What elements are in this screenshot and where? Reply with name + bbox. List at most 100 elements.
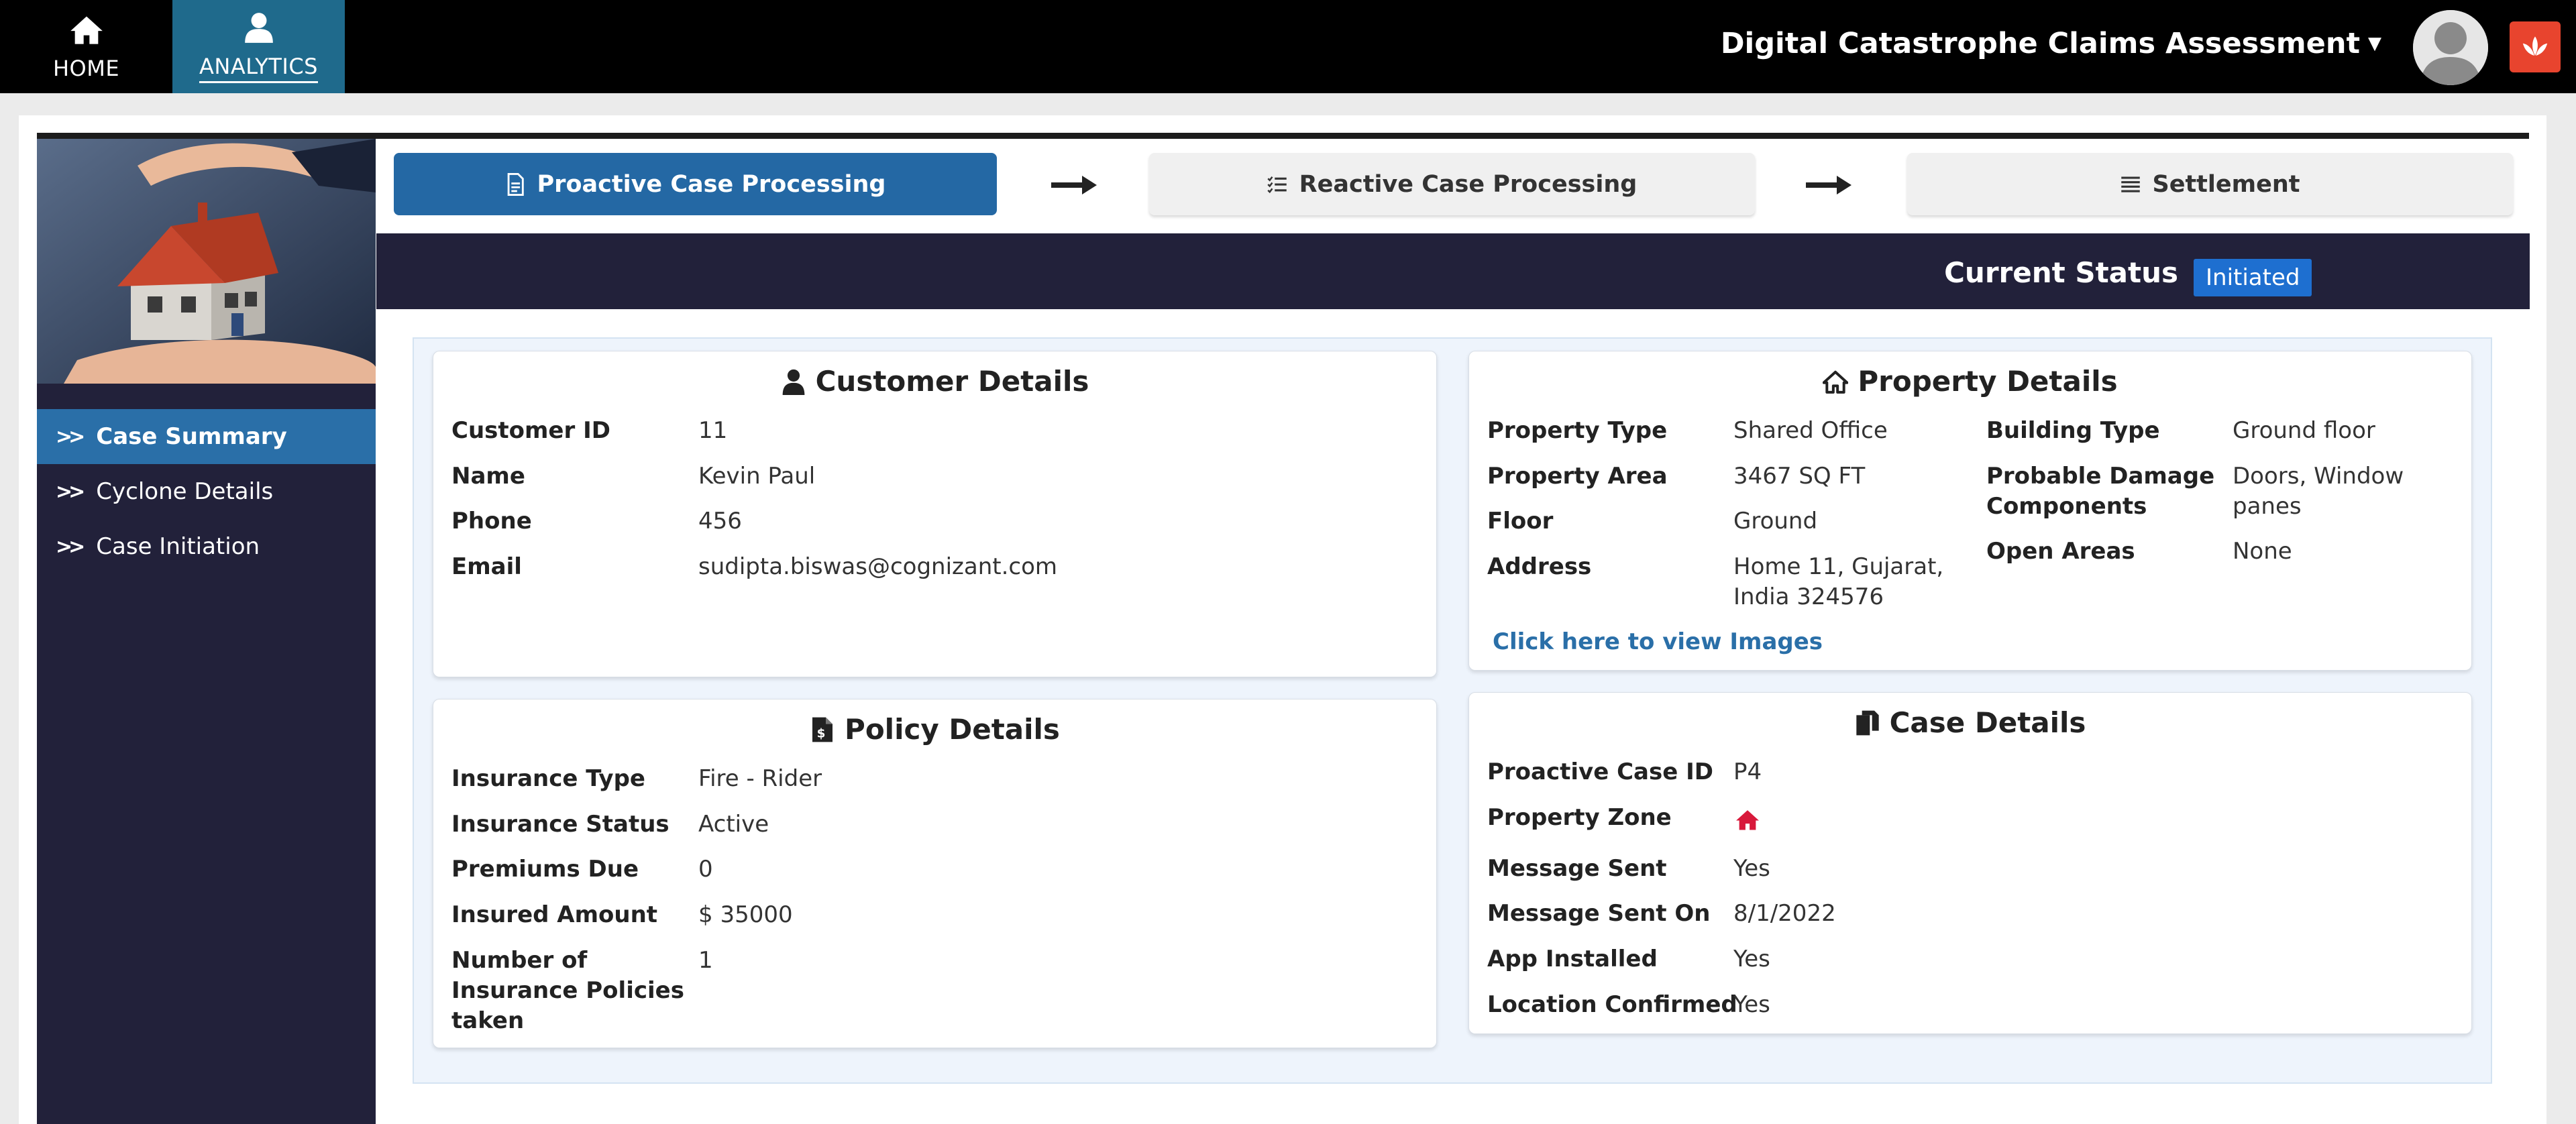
open-areas-label: Open Areas bbox=[1986, 538, 2135, 565]
current-status-label: Current Status bbox=[1944, 256, 2178, 289]
sidebar-item-cyclone-details[interactable]: >> Cyclone Details bbox=[37, 464, 376, 519]
task-list-icon bbox=[1267, 176, 1287, 193]
damage-components-label-line2: Components bbox=[1986, 493, 2147, 520]
home-icon bbox=[1736, 810, 1759, 830]
premiums-due-value: 0 bbox=[698, 856, 713, 883]
location-confirmed-value: Yes bbox=[1733, 991, 1770, 1018]
nav-analytics-label: ANALYTICS bbox=[199, 54, 318, 83]
message-sent-value: Yes bbox=[1733, 855, 1770, 882]
double-chevron-right-icon: >> bbox=[56, 535, 85, 559]
premiums-due-label: Premiums Due bbox=[451, 856, 639, 883]
insurance-status-value: Active bbox=[698, 811, 769, 838]
brand-logo bbox=[2510, 21, 2561, 72]
customer-email-label: Email bbox=[451, 553, 522, 580]
step-label: Proactive Case Processing bbox=[537, 170, 886, 198]
caret-down-icon: ▼ bbox=[2368, 34, 2381, 54]
damage-components-value: Doors, Window panes bbox=[2233, 463, 2404, 520]
address-value-line1: Home 11, Gujarat, bbox=[1733, 553, 1944, 580]
step-proactive-case-processing[interactable]: Proactive Case Processing bbox=[394, 153, 997, 215]
home-icon bbox=[70, 16, 103, 44]
sidebar-item-case-initiation[interactable]: >> Case Initiation bbox=[37, 519, 376, 574]
insured-amount-label: Insured Amount bbox=[451, 901, 658, 928]
status-badge: Initiated bbox=[2194, 259, 2312, 296]
floor-label: Floor bbox=[1487, 508, 1554, 535]
customer-phone-label: Phone bbox=[451, 508, 532, 535]
home-icon bbox=[1823, 370, 1849, 394]
file-invoice-icon: $ bbox=[812, 717, 833, 742]
proactive-case-id-value: P4 bbox=[1733, 758, 1762, 785]
sidebar-item-label: Cyclone Details bbox=[96, 478, 274, 505]
nav-home-label: HOME bbox=[52, 55, 120, 81]
message-sent-on-label: Message Sent On bbox=[1487, 900, 1711, 927]
step-settlement[interactable]: Settlement bbox=[1907, 153, 2513, 215]
customer-phone-value: 456 bbox=[698, 508, 742, 535]
property-area-label: Property Area bbox=[1487, 463, 1668, 490]
case-details-title: Case Details bbox=[1889, 706, 2086, 739]
policies-taken-label-line2: Insurance Policies bbox=[451, 977, 684, 1004]
step-reactive-case-processing[interactable]: Reactive Case Processing bbox=[1149, 153, 1755, 215]
address-label: Address bbox=[1487, 553, 1592, 580]
policy-details-heading: $ Policy Details bbox=[433, 713, 1436, 746]
insurance-type-value: Fire - Rider bbox=[698, 765, 822, 792]
damage-components-label-line1: Probable Damage bbox=[1986, 463, 2215, 490]
policies-taken-label-line3: taken bbox=[451, 1007, 525, 1034]
building-type-value: Ground floor bbox=[2233, 417, 2375, 444]
hero-house-image bbox=[37, 139, 376, 384]
insured-amount-value: $ 35000 bbox=[698, 901, 793, 928]
house-in-hands-illustration bbox=[37, 139, 376, 384]
customer-name-label: Name bbox=[451, 463, 525, 490]
policies-taken-label-line1: Number of bbox=[451, 947, 588, 974]
arrow-right-icon bbox=[1051, 176, 1097, 194]
svg-text:$: $ bbox=[817, 726, 826, 740]
proactive-case-id-label: Proactive Case ID bbox=[1487, 758, 1714, 785]
app-installed-value: Yes bbox=[1733, 946, 1770, 972]
sidebar-item-label: Case Initiation bbox=[96, 533, 260, 560]
list-lines-icon bbox=[2121, 176, 2140, 192]
nav-analytics-button[interactable]: ANALYTICS bbox=[172, 0, 345, 93]
copy-files-icon bbox=[1856, 710, 1879, 735]
building-type-label: Building Type bbox=[1986, 417, 2160, 444]
app-title-dropdown[interactable]: Digital Catastrophe Claims Assessment ▼ bbox=[1721, 27, 2381, 60]
case-details-card: Case Details Proactive Case ID P4 Proper… bbox=[1468, 692, 2472, 1034]
message-sent-label: Message Sent bbox=[1487, 855, 1667, 882]
open-areas-value: None bbox=[2233, 538, 2292, 565]
property-type-value: Shared Office bbox=[1733, 417, 1888, 444]
sidebar-item-label: Case Summary bbox=[96, 423, 287, 450]
insurance-type-label: Insurance Type bbox=[451, 765, 645, 792]
case-details-heading: Case Details bbox=[1469, 706, 2471, 739]
app-installed-label: App Installed bbox=[1487, 946, 1658, 972]
view-images-link[interactable]: Click here to view Images bbox=[1493, 628, 1823, 655]
step-label: Reactive Case Processing bbox=[1299, 170, 1638, 198]
avatar[interactable] bbox=[2413, 10, 2488, 85]
customer-email-value: sudipta.biswas@cognizant.com bbox=[698, 553, 1058, 580]
address-value-line2: India 324576 bbox=[1733, 583, 1884, 610]
customer-details-card: Customer Details Customer ID 11 Name Kev… bbox=[433, 351, 1437, 677]
policy-details-title: Policy Details bbox=[845, 713, 1060, 746]
step-label: Settlement bbox=[2152, 170, 2300, 198]
sidebar: >> Case Summary >> Cyclone Details >> Ca… bbox=[37, 139, 376, 1124]
app-title: Digital Catastrophe Claims Assessment bbox=[1720, 27, 2360, 60]
file-text-icon bbox=[507, 172, 524, 196]
customer-id-value: 11 bbox=[698, 417, 728, 444]
frame-divider bbox=[37, 133, 2529, 139]
location-confirmed-label: Location Confirmed bbox=[1487, 991, 1737, 1018]
user-avatar-icon bbox=[2413, 10, 2488, 85]
customer-id-label: Customer ID bbox=[451, 417, 610, 444]
top-navbar: HOME ANALYTICS Digital Catastrophe Claim… bbox=[0, 0, 2576, 93]
nav-home-button[interactable]: HOME bbox=[0, 0, 172, 93]
double-chevron-right-icon: >> bbox=[56, 480, 85, 504]
customer-details-heading: Customer Details bbox=[433, 365, 1436, 398]
lotus-logo-icon bbox=[2522, 36, 2548, 56]
property-details-title: Property Details bbox=[1858, 365, 2118, 398]
policy-details-card: $ Policy Details Insurance Type Fire - R… bbox=[433, 699, 1437, 1048]
double-chevron-right-icon: >> bbox=[56, 425, 85, 449]
floor-value: Ground bbox=[1733, 508, 1818, 535]
sidebar-item-case-summary[interactable]: >> Case Summary bbox=[37, 409, 376, 464]
insurance-status-label: Insurance Status bbox=[451, 811, 669, 838]
message-sent-on-value: 8/1/2022 bbox=[1733, 900, 1836, 927]
property-type-label: Property Type bbox=[1487, 417, 1668, 444]
arrow-right-icon bbox=[1806, 176, 1851, 194]
property-zone-label: Property Zone bbox=[1487, 804, 1672, 831]
property-details-card: Property Details Property Type Shared Of… bbox=[1468, 351, 2472, 671]
user-icon bbox=[244, 12, 273, 43]
